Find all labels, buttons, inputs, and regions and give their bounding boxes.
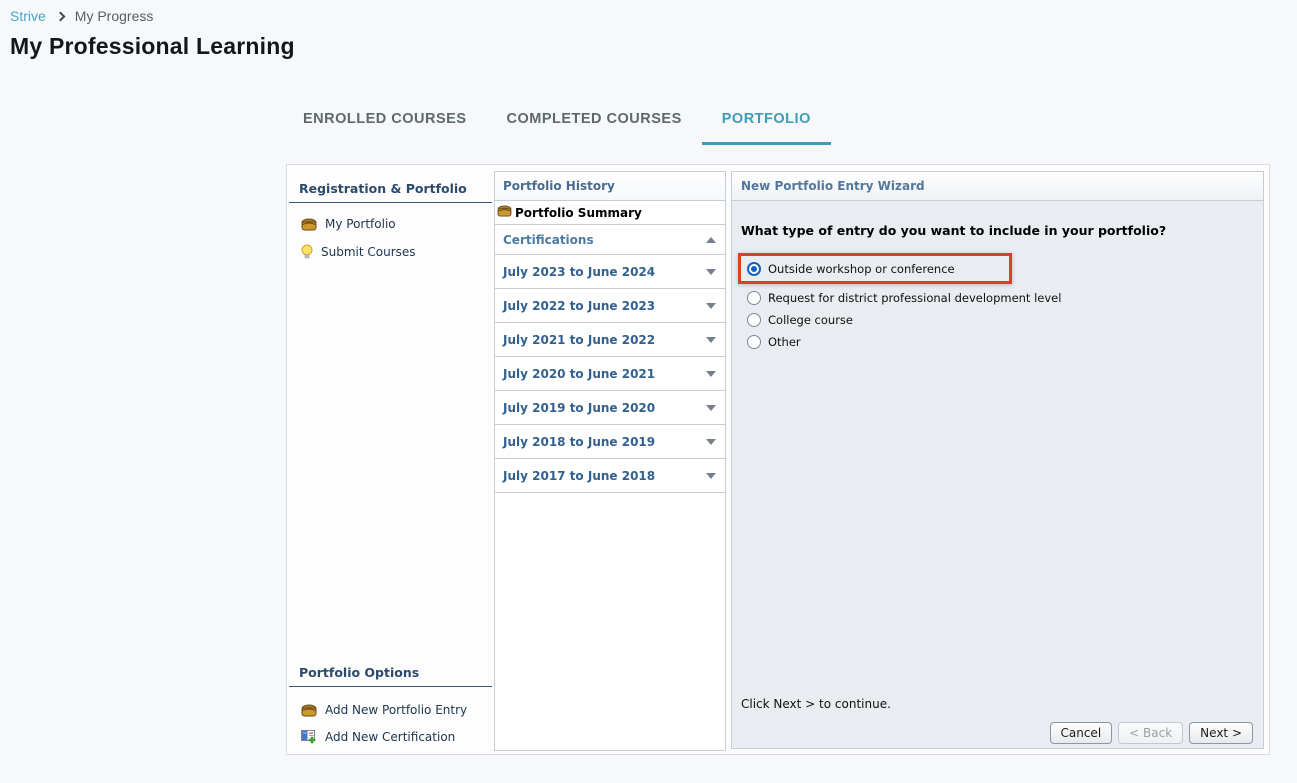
portfolio-history-panel: Portfolio History Portfolio Summary Cert… <box>494 171 726 751</box>
portfolio-summary-label: Portfolio Summary <box>515 206 642 220</box>
back-button[interactable]: < Back <box>1118 722 1183 744</box>
sidebar-item-add-new-certification[interactable]: Add New Certification <box>301 726 455 748</box>
wizard-body: What type of entry do you want to includ… <box>732 201 1263 748</box>
tab-completed-courses[interactable]: COMPLETED COURSES <box>487 104 702 145</box>
wizard-hint: Click Next > to continue. <box>741 697 891 711</box>
certifications-label: Certifications <box>503 233 594 247</box>
cancel-button[interactable]: Cancel <box>1050 722 1113 744</box>
year-label: July 2018 to June 2019 <box>503 435 655 449</box>
tab-enrolled-courses[interactable]: ENROLLED COURSES <box>283 104 487 145</box>
sidebar-item-add-new-portfolio-entry[interactable]: Add New Portfolio Entry <box>301 699 467 721</box>
tab-portfolio[interactable]: PORTFOLIO <box>702 104 831 145</box>
wizard-title: New Portfolio Entry Wizard <box>732 172 1263 201</box>
chevron-down-icon[interactable] <box>706 269 716 275</box>
chevron-down-icon[interactable] <box>706 303 716 309</box>
portfolio-container: Registration & Portfolio My Portfolio Su… <box>286 164 1270 755</box>
year-label: July 2023 to June 2024 <box>503 265 655 279</box>
certification-icon <box>301 729 317 745</box>
lightbulb-icon <box>301 244 313 260</box>
year-row-2018-2019[interactable]: July 2018 to June 2019 <box>495 425 725 459</box>
certifications-item[interactable]: Certifications <box>495 225 725 255</box>
page-title: My Professional Learning <box>10 33 295 60</box>
wallet-icon <box>301 218 317 231</box>
year-label: July 2019 to June 2020 <box>503 401 655 415</box>
year-row-2022-2023[interactable]: July 2022 to June 2023 <box>495 289 725 323</box>
radio-option-outside-workshop[interactable]: Outside workshop or conference <box>738 253 1012 284</box>
year-row-2017-2018[interactable]: July 2017 to June 2018 <box>495 459 725 493</box>
chevron-down-icon[interactable] <box>706 337 716 343</box>
sidebar-item-label: Add New Certification <box>325 730 455 744</box>
radio-option-college-course[interactable]: College course <box>738 309 1061 331</box>
radio-button-selected[interactable] <box>747 262 761 276</box>
wallet-icon <box>497 205 512 220</box>
tab-bar: ENROLLED COURSES COMPLETED COURSES PORTF… <box>283 104 831 145</box>
breadcrumb-link-strive[interactable]: Strive <box>10 8 46 24</box>
breadcrumb-current: My Progress <box>75 8 154 24</box>
year-row-2023-2024[interactable]: July 2023 to June 2024 <box>495 255 725 289</box>
next-button[interactable]: Next > <box>1189 722 1253 744</box>
breadcrumb: Strive My Progress <box>10 8 153 24</box>
chevron-down-icon[interactable] <box>706 439 716 445</box>
year-label: July 2017 to June 2018 <box>503 469 655 483</box>
year-row-2019-2020[interactable]: July 2019 to June 2020 <box>495 391 725 425</box>
radio-option-other[interactable]: Other <box>738 331 1061 353</box>
sidebar-item-label: Submit Courses <box>321 245 416 259</box>
year-label: July 2022 to June 2023 <box>503 299 655 313</box>
sidebar-item-label: My Portfolio <box>325 217 396 231</box>
entry-type-radio-group: Outside workshop or conference Request f… <box>738 253 1061 353</box>
radio-label: Other <box>768 335 801 349</box>
year-row-2020-2021[interactable]: July 2020 to June 2021 <box>495 357 725 391</box>
radio-label: Outside workshop or conference <box>768 262 955 276</box>
registration-portfolio-section-title: Registration & Portfolio <box>289 181 492 203</box>
wizard-question: What type of entry do you want to includ… <box>741 223 1166 238</box>
radio-button[interactable] <box>747 291 761 305</box>
chevron-down-icon[interactable] <box>706 371 716 377</box>
year-row-2021-2022[interactable]: July 2021 to June 2022 <box>495 323 725 357</box>
chevron-down-icon[interactable] <box>706 405 716 411</box>
year-label: July 2021 to June 2022 <box>503 333 655 347</box>
radio-option-district-pd-level[interactable]: Request for district professional develo… <box>738 287 1061 309</box>
portfolio-summary-item[interactable]: Portfolio Summary <box>495 201 725 225</box>
chevron-down-icon[interactable] <box>706 473 716 479</box>
wallet-icon <box>301 704 317 717</box>
portfolio-options-section-title: Portfolio Options <box>289 665 492 687</box>
sidebar-item-submit-courses[interactable]: Submit Courses <box>301 241 416 263</box>
radio-button[interactable] <box>747 335 761 349</box>
sidebar-item-label: Add New Portfolio Entry <box>325 703 467 717</box>
chevron-right-icon <box>55 12 65 22</box>
sidebar-item-my-portfolio[interactable]: My Portfolio <box>301 213 396 235</box>
new-portfolio-entry-wizard-panel: New Portfolio Entry Wizard What type of … <box>731 171 1264 749</box>
portfolio-history-header: Portfolio History <box>495 172 725 201</box>
wizard-button-bar: Cancel < Back Next > <box>1050 722 1254 744</box>
chevron-up-icon[interactable] <box>706 237 716 243</box>
radio-button[interactable] <box>747 313 761 327</box>
radio-label: Request for district professional develo… <box>768 291 1061 305</box>
radio-label: College course <box>768 313 853 327</box>
year-label: July 2020 to June 2021 <box>503 367 655 381</box>
